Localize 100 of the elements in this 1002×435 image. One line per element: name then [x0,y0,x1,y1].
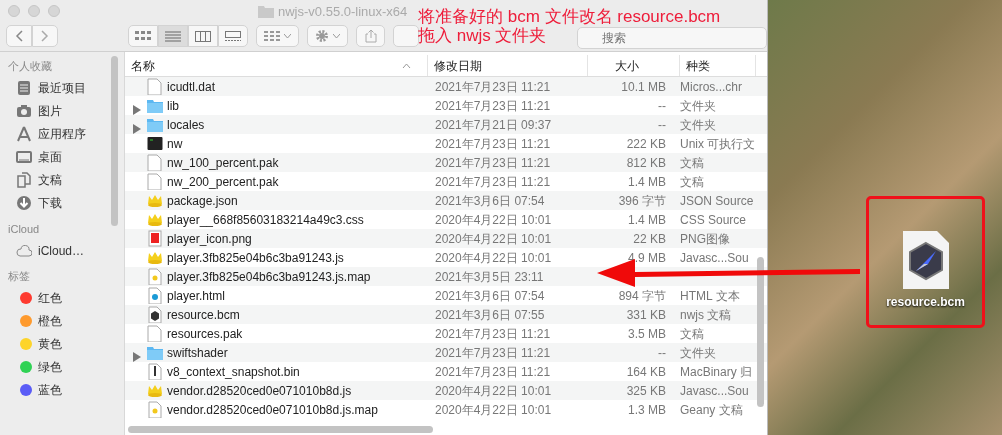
window-title: nwjs-v0.55.0-linux-x64 [278,3,408,21]
search-field[interactable]: 搜索 [577,27,767,49]
folder-icon [258,5,274,19]
modified-date: 2021年3月6日 07:55 [435,307,545,322]
modified-date: 2021年3月6日 07:54 [435,288,545,303]
disclosure-triangle-icon[interactable] [133,124,141,135]
scrollbar-thumb[interactable] [757,257,764,407]
file-kind: Micros...chr [680,79,742,94]
grid-icon [264,31,280,41]
file-name: resource.bcm [886,294,965,311]
sidebar-item[interactable]: 下载 [0,191,124,215]
section-heading: 标签 [7,269,31,284]
file-name[interactable]: package.json [167,191,238,210]
file-kind: PNG图像 [680,231,730,246]
sidebar-item[interactable]: 红色 [0,286,124,310]
columns-view-icon [195,30,212,42]
desktop-icon [16,149,32,165]
sidebar-item[interactable]: 文稿 [0,168,124,192]
file-name[interactable]: player.3fb825e04b6c3ba91243.js [167,248,344,267]
view-mode-button[interactable] [128,25,159,47]
file-size: 22 KB [633,231,666,246]
sidebar-item[interactable]: iCloud… [0,239,124,262]
modified-date: 2021年3月5日 23:11 [435,269,544,284]
download-icon [16,195,32,211]
modified-date: 2020年4月22日 10:01 [435,402,552,417]
file-size: 396 字节 [618,193,666,208]
file-name[interactable]: vendor.d28520ced0e071010b8d.js [167,381,352,400]
gallery-view-icon [225,30,242,42]
file-size: 812 KB [626,155,666,170]
sidebar-item[interactable]: 图片 [0,99,124,123]
column-header[interactable]: 种类 [680,55,756,76]
sidebar-item[interactable]: 应用程序 [0,122,124,146]
folder-icon [147,344,163,361]
scrollbar-thumb[interactable] [128,426,433,433]
disclosure-triangle-icon[interactable] [133,105,141,116]
caret-icon [332,33,340,39]
group-button[interactable] [256,25,299,47]
back-button[interactable] [6,25,32,47]
view-mode-button[interactable] [188,25,219,47]
file-size: 222 KB [626,136,666,151]
sidebar-item[interactable]: 最近项目 [0,76,124,100]
file-kind: Javasc...Sou [680,383,749,398]
scrollbar-thumb[interactable] [111,56,118,226]
sidebar-item[interactable]: 桌面 [0,145,124,169]
file-kind: 文件夹 [680,345,716,360]
sidebar-item[interactable]: 黄色 [0,332,124,356]
section-heading: iCloud [7,221,41,237]
file-size: 331 KB [626,307,666,322]
tag-button[interactable] [393,25,419,47]
modified-date: 2021年7月23日 11:21 [435,98,551,113]
modified-date: 2020年4月22日 10:01 [435,212,552,227]
modified-date: 2021年7月21日 09:37 [435,117,552,132]
chevron-left-icon [15,30,23,42]
file-kind: MacBinary 归 [680,364,753,379]
column-header[interactable]: 名称 [125,55,428,76]
file-name[interactable]: player.3fb825e04b6c3ba91243.js.map [167,267,371,286]
sidebar-item[interactable]: 绿色 [0,355,124,379]
view-mode-button[interactable] [218,25,249,47]
file-name[interactable]: nw_100_percent.pak [167,153,279,172]
file-name[interactable]: swiftshader [167,343,228,362]
folder-icon [147,97,163,114]
forward-button[interactable] [32,25,58,47]
zoom-button[interactable] [48,5,60,17]
disclosure-triangle-icon[interactable] [133,352,141,363]
file-name[interactable]: icudtl.dat [167,77,216,96]
file-name[interactable]: nw [167,134,183,153]
camera-icon [16,103,32,119]
modified-date: 2021年7月23日 11:21 [435,79,551,94]
column-header[interactable]: 修改日期 [428,55,588,76]
sort-chevron-icon[interactable] [402,62,411,69]
sidebar-item[interactable]: 橙色 [0,309,124,333]
view-mode-button[interactable] [158,25,189,47]
file-name[interactable]: player.html [167,286,226,305]
action-button[interactable] [306,25,348,47]
recent-icon [16,80,32,96]
file-name[interactable]: vendor.d28520ced0e071010b8d.js.map [167,400,378,419]
file-name[interactable]: v8_context_snapshot.bin [167,362,300,381]
share-button[interactable] [355,25,386,47]
file-name[interactable]: resources.pak [167,324,243,343]
column-header[interactable]: 大小 [588,55,680,76]
modified-date: 2021年7月23日 11:21 [435,345,551,360]
modified-date: 2021年7月23日 11:21 [435,326,551,341]
folder-icon [147,116,163,133]
file-kind: HTML 文本 [680,288,740,303]
file-name[interactable]: locales [167,115,205,134]
file-kind: 文稿 [680,174,704,189]
file-name[interactable]: lib [167,96,179,115]
file-kind: Unix 可执行文 [680,136,756,151]
modified-date: 2020年4月22日 10:01 [435,383,552,398]
bcm-file-icon[interactable] [902,231,949,289]
file-name[interactable]: resource.bcm [167,305,240,324]
file-size: 894 字节 [618,288,666,303]
minimize-button[interactable] [28,5,40,17]
close-button[interactable] [8,5,20,17]
file-name[interactable]: player_icon.png [167,229,252,248]
file-size: 1.3 MB [628,402,666,417]
file-name[interactable]: nw_200_percent.pak [167,172,279,191]
caret-icon [284,33,291,39]
file-name[interactable]: player__668f85603183214a49c3.css [167,210,364,229]
sidebar-item[interactable]: 蓝色 [0,378,124,402]
